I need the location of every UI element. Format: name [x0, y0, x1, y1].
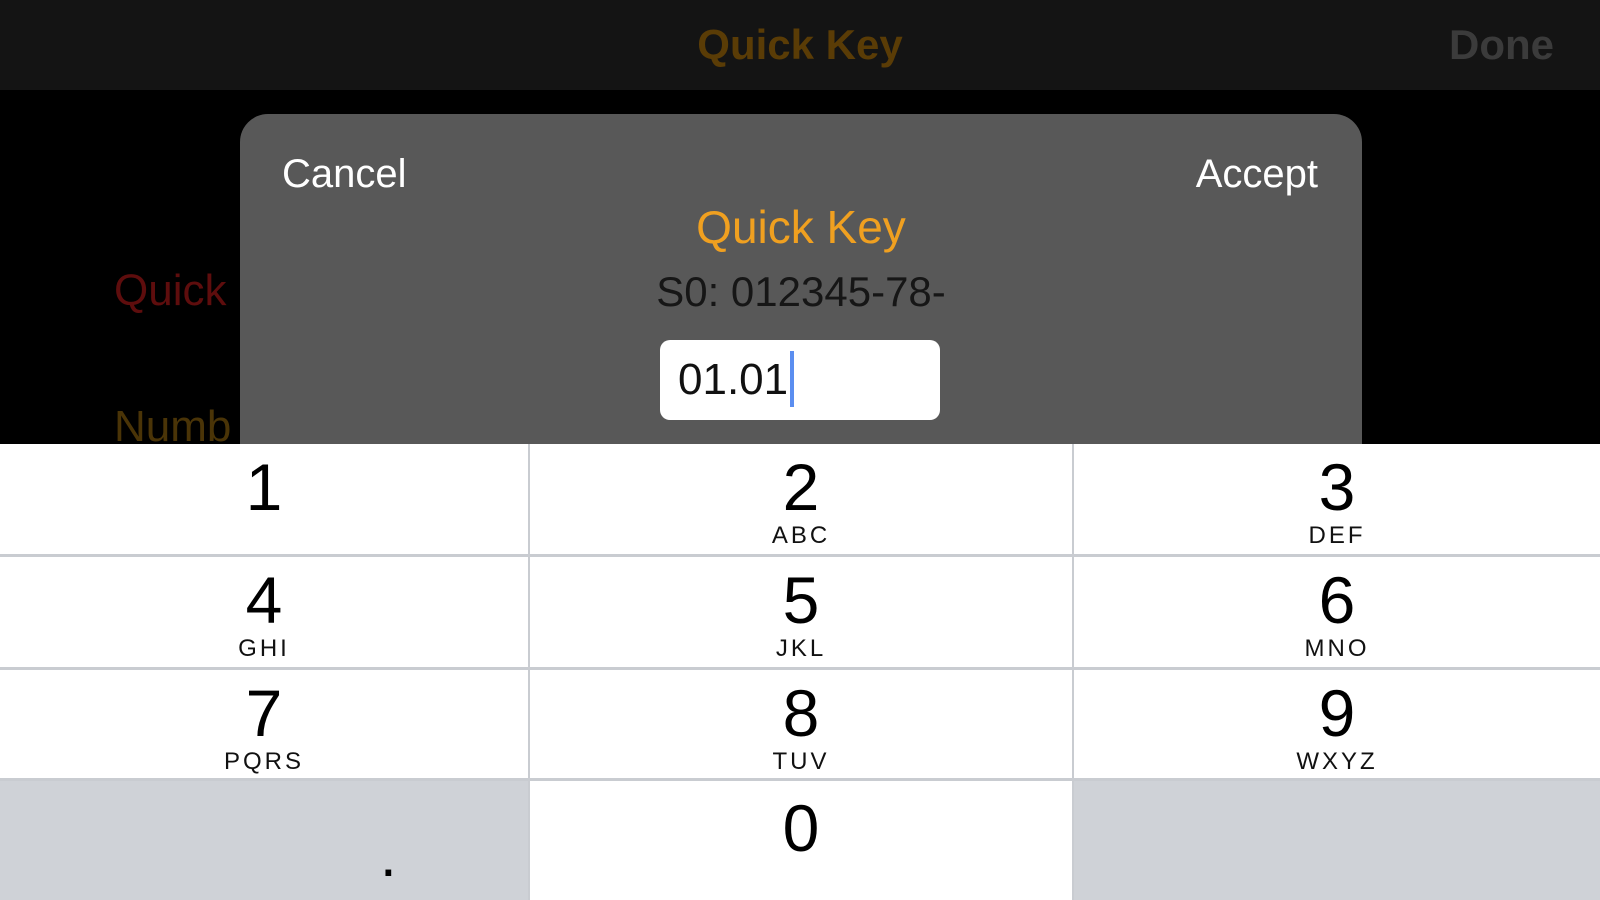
delete-key[interactable] — [1074, 781, 1600, 900]
key-digit: 9 — [1318, 676, 1356, 750]
key-4[interactable]: 4 GHI — [0, 557, 528, 667]
key-digit: 7 — [245, 676, 283, 750]
quick-key-input-value: 01.01 — [678, 355, 789, 404]
key-digit: 2 — [782, 450, 820, 524]
text-caret — [790, 351, 795, 408]
key-digit: 0 — [782, 791, 820, 865]
screen: Quick Key Done Quick Numb Cancel Accept … — [0, 0, 1600, 900]
key-5[interactable]: 5 JKL — [530, 557, 1072, 667]
key-letters: ABC — [771, 522, 831, 549]
done-button[interactable]: Done — [1449, 0, 1554, 90]
dialog-title: Quick Key — [696, 201, 906, 253]
key-digit: 5 — [782, 563, 820, 637]
key-1[interactable]: 1 — [0, 444, 528, 554]
key-letters: JKL — [775, 635, 827, 662]
cancel-button[interactable]: Cancel — [282, 152, 407, 197]
decimal-key[interactable]: . — [0, 781, 528, 900]
key-digit: 8 — [782, 676, 820, 750]
key-prefix-label: S0: 012345-78- — [656, 268, 946, 315]
nav-title: Quick Key — [697, 21, 903, 68]
key-letters: GHI — [238, 635, 290, 662]
quick-key-dialog: Cancel Accept Quick Key S0: 012345-78- 0… — [240, 114, 1362, 454]
key-letters: TUV — [772, 748, 830, 775]
key-letters: DEF — [1308, 522, 1366, 549]
key-8[interactable]: 8 TUV — [530, 670, 1072, 778]
numeric-keypad: 1 2 ABC 3 DEF 4 GHI 5 JKL 6 MNO 7 PQRS 8… — [0, 444, 1600, 900]
nav-bar: Quick Key Done — [0, 0, 1600, 90]
decimal-symbol: . — [380, 822, 397, 889]
key-0[interactable]: 0 — [530, 781, 1072, 900]
key-digit: 4 — [245, 563, 283, 637]
key-2[interactable]: 2 ABC — [530, 444, 1072, 554]
accept-button[interactable]: Accept — [1196, 152, 1318, 197]
key-6[interactable]: 6 MNO — [1074, 557, 1600, 667]
key-digit: 3 — [1318, 450, 1356, 524]
key-digit: 6 — [1318, 563, 1356, 637]
key-9[interactable]: 9 WXYZ — [1074, 670, 1600, 778]
key-letters: MNO — [1304, 635, 1370, 662]
key-letters: WXYZ — [1296, 748, 1378, 775]
background-label-quick: Quick — [114, 266, 227, 315]
key-3[interactable]: 3 DEF — [1074, 444, 1600, 554]
key-digit: 1 — [245, 450, 283, 524]
quick-key-input[interactable]: 01.01 — [660, 340, 940, 420]
key-7[interactable]: 7 PQRS — [0, 670, 528, 778]
key-letters: PQRS — [223, 748, 304, 775]
